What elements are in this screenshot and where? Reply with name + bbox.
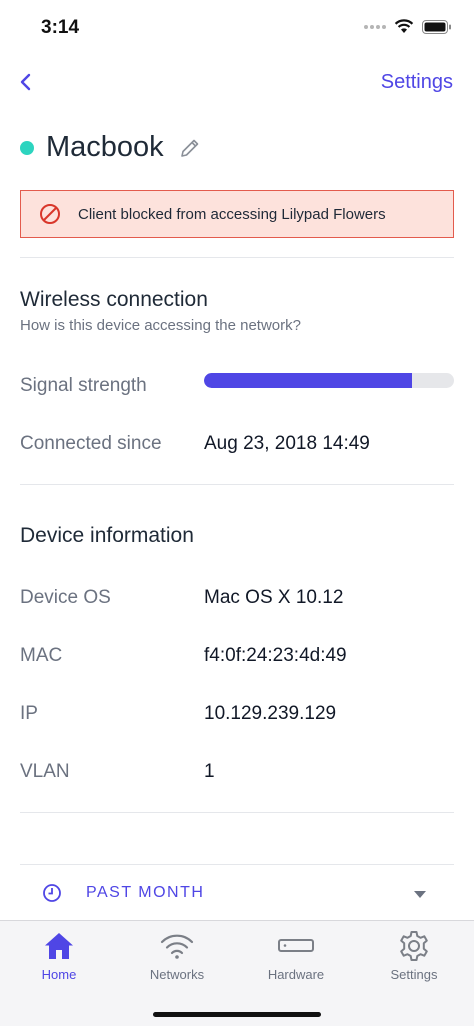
tab-home-label: Home bbox=[41, 967, 77, 982]
wireless-section-subtitle: How is this device accessing the network… bbox=[20, 317, 301, 334]
alert-text: Client blocked from accessing Lilypad Fl… bbox=[78, 205, 386, 223]
tab-home[interactable]: Home bbox=[0, 921, 118, 1001]
chevron-left-icon bbox=[20, 73, 31, 91]
edit-name-button[interactable] bbox=[178, 136, 202, 160]
period-label: PAST MONTH bbox=[86, 884, 205, 901]
tab-hardware-label: Hardware bbox=[267, 967, 325, 982]
battery-icon bbox=[422, 19, 451, 34]
chevron-down-icon bbox=[414, 891, 426, 898]
ip-value: 10.129.239.129 bbox=[204, 703, 337, 724]
connected-since-label: Connected since bbox=[20, 433, 162, 454]
period-selector[interactable]: PAST MONTH bbox=[20, 864, 454, 922]
wifi-status-icon bbox=[394, 19, 414, 33]
hardware-icon bbox=[278, 939, 314, 952]
divider bbox=[20, 812, 454, 813]
wifi-icon bbox=[160, 934, 194, 959]
blocked-icon bbox=[40, 204, 60, 224]
device-title-row: Macbook bbox=[20, 131, 202, 164]
mac-label: MAC bbox=[20, 645, 63, 666]
connected-since-value: Aug 23, 2018 14:49 bbox=[204, 433, 370, 454]
device-info-section-title: Device information bbox=[20, 524, 194, 547]
divider bbox=[20, 257, 454, 258]
status-indicators bbox=[364, 19, 452, 34]
navigation-bar: Settings bbox=[0, 60, 474, 106]
tab-networks[interactable]: Networks bbox=[118, 921, 236, 1001]
signal-strength-label: Signal strength bbox=[20, 375, 147, 396]
vlan-value: 1 bbox=[204, 761, 215, 782]
status-bar: 3:14 bbox=[0, 0, 474, 56]
vlan-label: VLAN bbox=[20, 761, 70, 782]
device-os-value: Mac OS X 10.12 bbox=[204, 587, 344, 608]
home-indicator bbox=[153, 1012, 321, 1017]
clock-icon bbox=[43, 884, 61, 902]
device-os-label: Device OS bbox=[20, 587, 111, 608]
settings-link[interactable]: Settings bbox=[381, 71, 453, 94]
gear-icon bbox=[400, 931, 428, 961]
status-time: 3:14 bbox=[41, 17, 80, 38]
tab-bar: Home Networks Hardware Settings bbox=[0, 920, 474, 1026]
signal-strength-bar bbox=[204, 373, 454, 388]
wireless-section-title: Wireless connection bbox=[20, 288, 208, 311]
back-button[interactable] bbox=[16, 68, 38, 96]
signal-strength-fill bbox=[204, 373, 412, 388]
mac-value: f4:0f:24:23:4d:49 bbox=[204, 645, 347, 666]
tab-settings[interactable]: Settings bbox=[355, 921, 473, 1001]
divider bbox=[20, 484, 454, 485]
blocked-alert: Client blocked from accessing Lilypad Fl… bbox=[20, 190, 454, 238]
ip-label: IP bbox=[20, 703, 38, 724]
cellular-signal-icon bbox=[364, 24, 386, 29]
tab-settings-label: Settings bbox=[390, 967, 438, 982]
tab-hardware[interactable]: Hardware bbox=[237, 921, 355, 1001]
home-icon bbox=[45, 933, 73, 959]
device-name: Macbook bbox=[46, 131, 164, 163]
tab-networks-label: Networks bbox=[149, 967, 205, 982]
pencil-icon bbox=[180, 139, 198, 157]
online-status-dot bbox=[20, 140, 34, 155]
